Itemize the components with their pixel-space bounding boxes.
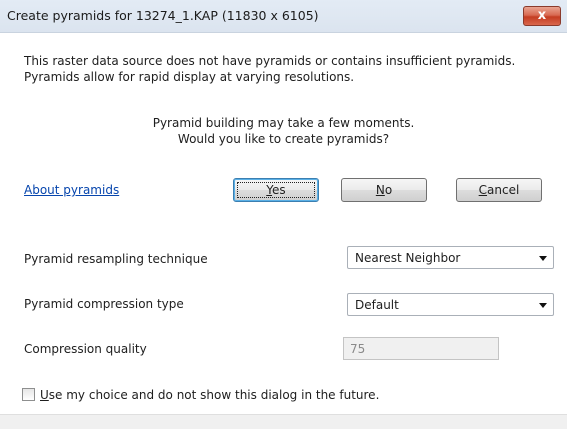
- close-button[interactable]: x: [523, 6, 561, 26]
- chevron-down-icon: [539, 256, 547, 261]
- dont-show-checkbox[interactable]: [22, 388, 35, 401]
- no-button[interactable]: No: [341, 178, 427, 202]
- message-line-1: This raster data source does not have py…: [24, 54, 516, 68]
- compression-label: Pyramid compression type: [24, 297, 184, 311]
- dont-show-label[interactable]: Use my choice and do not show this dialo…: [40, 388, 379, 402]
- resampling-label: Pyramid resampling technique: [24, 252, 208, 266]
- focus-rectangle: [237, 182, 315, 198]
- compression-dropdown[interactable]: Default: [347, 293, 554, 316]
- yes-button[interactable]: Yes: [233, 178, 319, 202]
- chevron-down-icon: [539, 303, 547, 308]
- message-line-2: Pyramids allow for rapid display at vary…: [24, 70, 355, 84]
- no-mnemonic: N: [375, 183, 385, 197]
- cancel-button[interactable]: Cancel: [456, 178, 542, 202]
- compression-value: Default: [355, 298, 399, 312]
- window-title: Create pyramids for 13274_1.KAP (11830 x…: [7, 8, 319, 23]
- message-line-4: Would you like to create pyramids?: [177, 132, 390, 146]
- message-line-3: Pyramid building may take a few moments.: [152, 116, 415, 130]
- resampling-dropdown[interactable]: Nearest Neighbor: [347, 246, 554, 269]
- dialog-bottom-edge: [0, 414, 567, 429]
- title-bar: Create pyramids for 13274_1.KAP (11830 x…: [0, 0, 567, 33]
- no-label: o: [384, 183, 393, 197]
- cancel-mnemonic: C: [478, 183, 488, 197]
- cancel-label: ancel: [487, 183, 520, 197]
- quality-value: 75: [350, 342, 366, 356]
- close-icon: x: [537, 8, 547, 23]
- dont-show-mnemonic: U: [40, 388, 49, 402]
- about-pyramids-link[interactable]: About pyramids: [24, 183, 119, 197]
- dont-show-text: se my choice and do not show this dialog…: [48, 388, 380, 402]
- quality-label: Compression quality: [24, 342, 147, 356]
- quality-input: 75: [343, 337, 499, 360]
- resampling-value: Nearest Neighbor: [355, 251, 461, 265]
